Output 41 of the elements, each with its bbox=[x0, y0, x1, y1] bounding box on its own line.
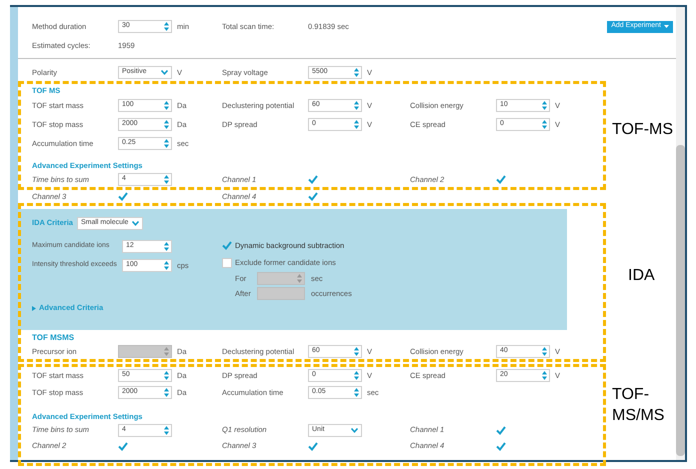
expander-icon[interactable] bbox=[32, 306, 36, 310]
caret-icon bbox=[351, 428, 358, 432]
spinner-icon[interactable] bbox=[164, 261, 169, 270]
scrollbar-thumb[interactable] bbox=[676, 145, 685, 456]
checkbox[interactable] bbox=[496, 441, 506, 451]
annotation-label: TOF-MS/MS bbox=[612, 385, 666, 426]
spinner-icon[interactable] bbox=[542, 120, 547, 129]
spinner-icon[interactable] bbox=[164, 388, 169, 397]
checkbox[interactable] bbox=[222, 240, 232, 250]
spinner-icon[interactable] bbox=[542, 347, 547, 356]
checkbox[interactable] bbox=[222, 258, 232, 268]
spinner-icon[interactable] bbox=[164, 371, 169, 380]
checkbox[interactable] bbox=[308, 192, 318, 202]
spinner-icon[interactable] bbox=[164, 242, 169, 251]
checkbox[interactable] bbox=[118, 192, 128, 202]
section-heading: TOF MSMS bbox=[31, 333, 74, 343]
annotation-label: IDA bbox=[628, 266, 655, 286]
spinner-icon[interactable] bbox=[354, 68, 359, 77]
spinner-icon[interactable] bbox=[164, 101, 169, 110]
annotation-label: TOF-MS bbox=[612, 120, 674, 140]
checkbox[interactable] bbox=[308, 174, 318, 184]
caret-icon bbox=[132, 220, 139, 226]
checkbox[interactable] bbox=[118, 441, 128, 451]
checkbox[interactable] bbox=[496, 174, 506, 184]
caret-icon bbox=[664, 25, 669, 28]
spinner-icon[interactable] bbox=[354, 120, 359, 129]
spinner-icon[interactable] bbox=[542, 371, 547, 380]
spinner-icon[interactable] bbox=[354, 101, 359, 110]
spinner-icon[interactable] bbox=[164, 426, 169, 434]
spinner-icon[interactable] bbox=[354, 371, 359, 380]
scrollbar[interactable] bbox=[676, 7, 685, 460]
spinner-icon[interactable] bbox=[164, 139, 169, 148]
checkbox[interactable] bbox=[496, 425, 506, 435]
spinner-icon[interactable] bbox=[164, 175, 169, 184]
checkbox[interactable] bbox=[308, 441, 318, 451]
spinner-icon[interactable] bbox=[164, 22, 169, 31]
caret-icon bbox=[161, 70, 168, 75]
spinner-icon[interactable] bbox=[354, 388, 359, 397]
spinner-icon[interactable] bbox=[354, 347, 359, 356]
spinner-icon[interactable] bbox=[164, 120, 169, 129]
spinner-icon[interactable] bbox=[542, 101, 547, 110]
